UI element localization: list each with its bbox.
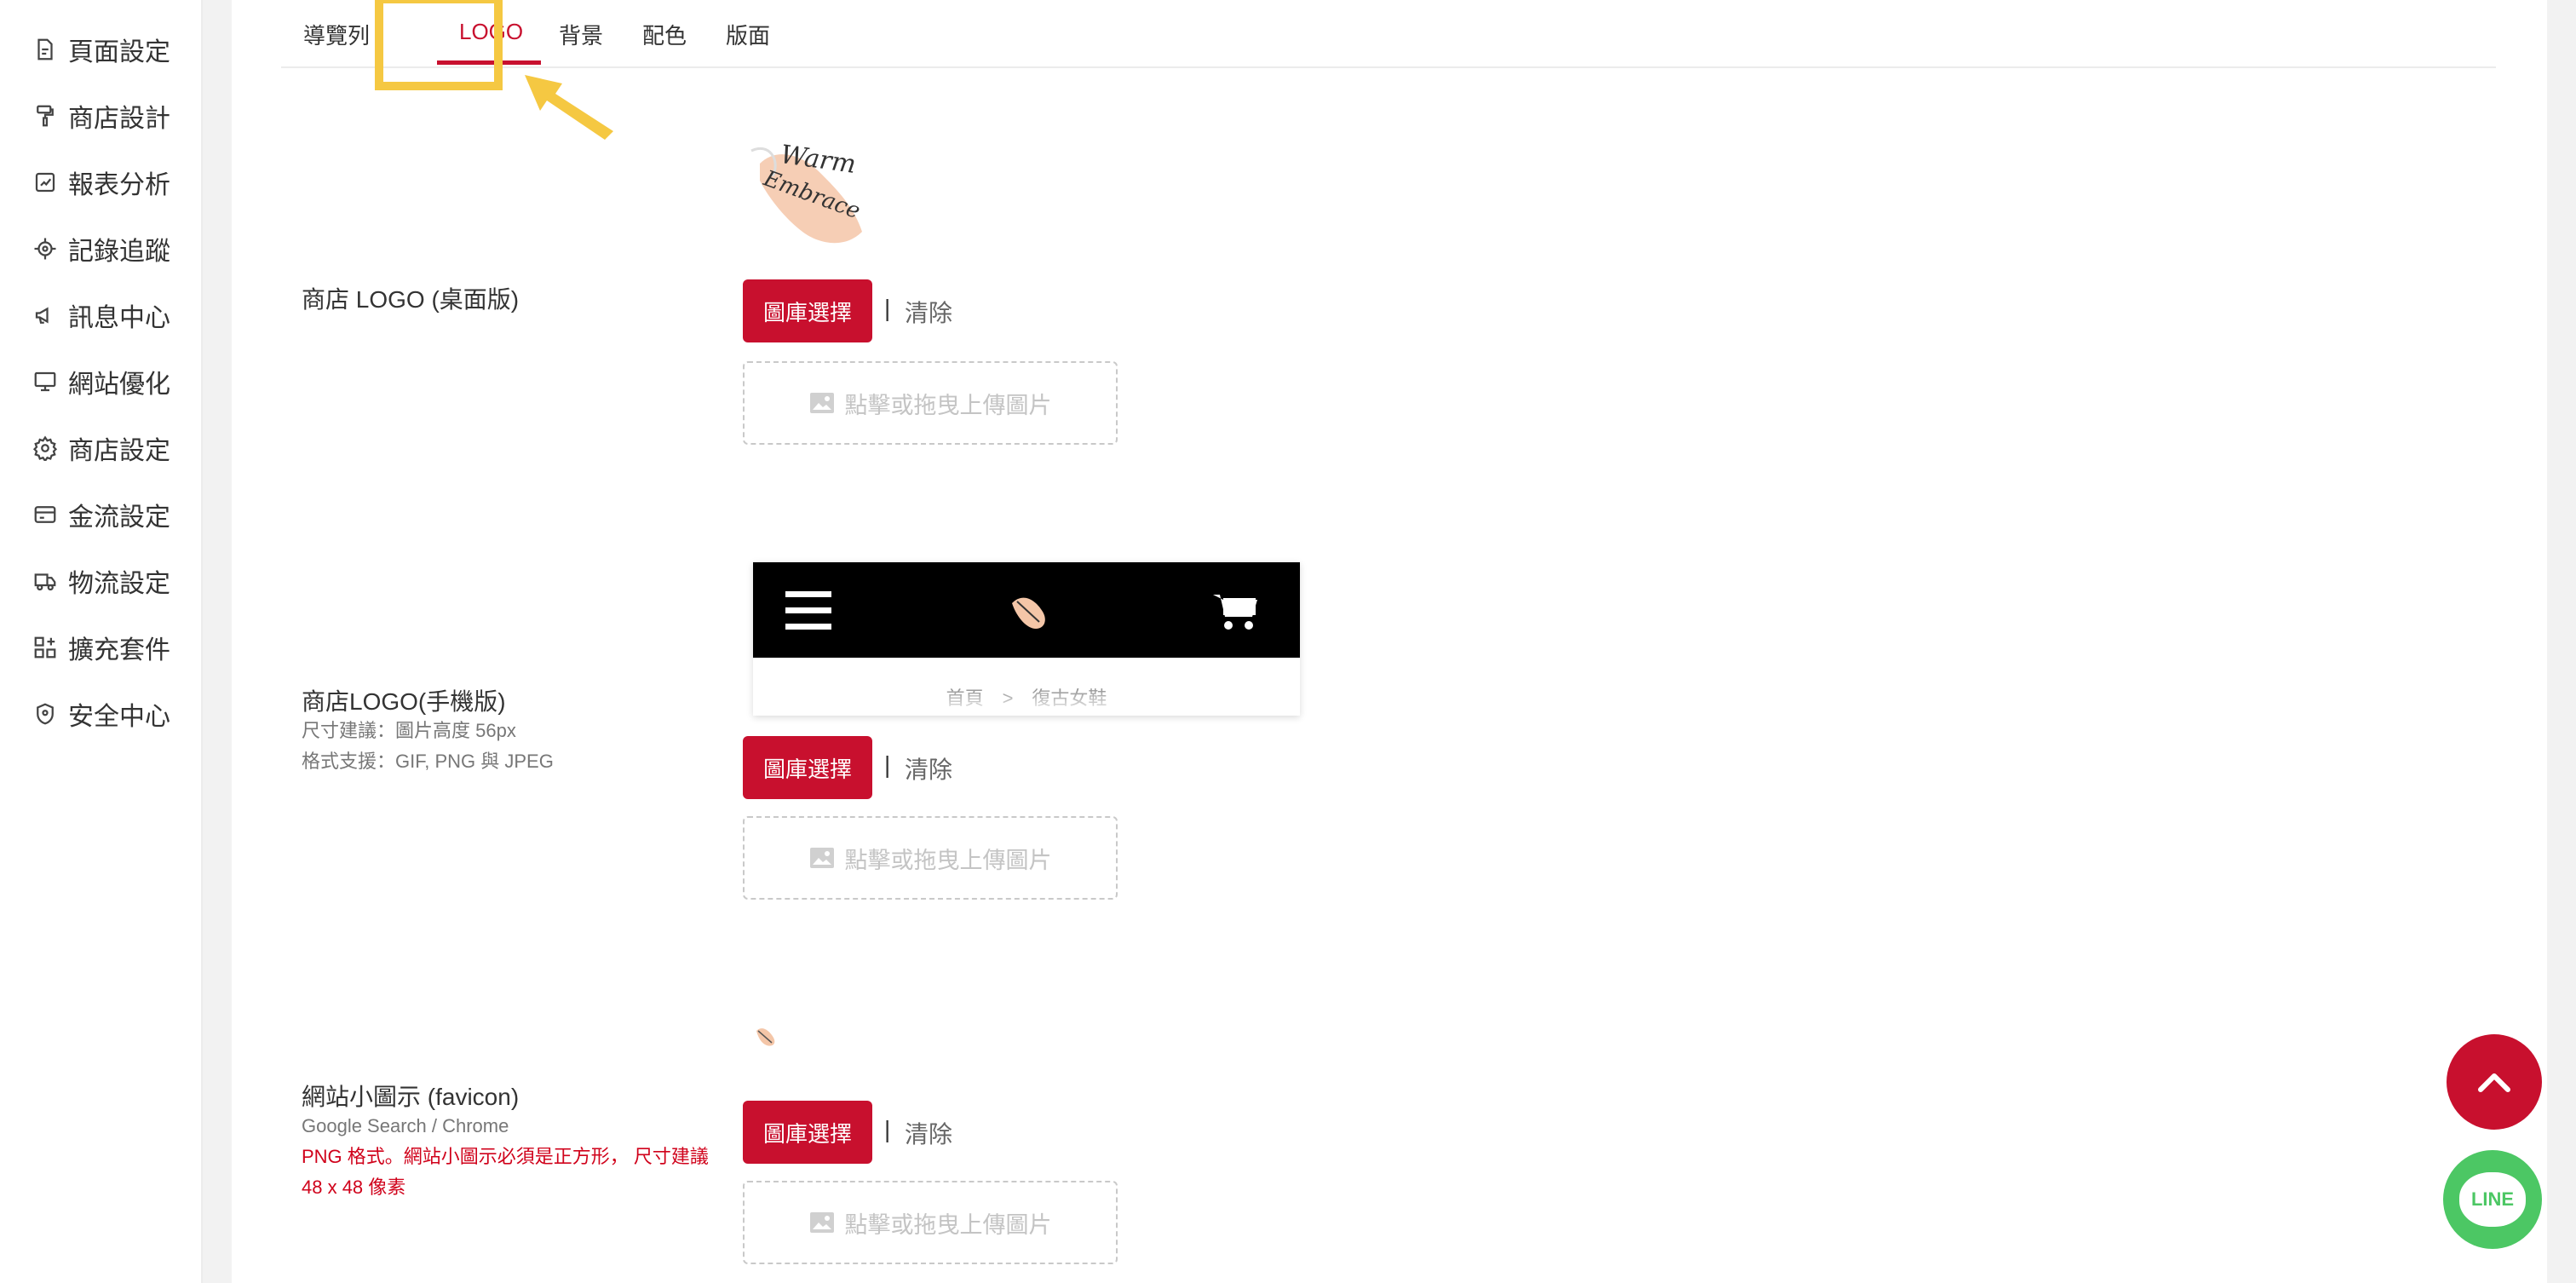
tab-layout[interactable]: 版面 [726, 19, 770, 50]
mobile-clear-link[interactable]: 清除 [905, 751, 952, 785]
sidebar-item-label: 訊息中心 [68, 304, 170, 332]
grid-plus-icon [32, 635, 58, 660]
page-icon [32, 37, 58, 62]
tab-navbar[interactable]: 導覽列 [303, 19, 370, 50]
sidebar-item-label: 金流設定 [68, 503, 170, 532]
dropzone-text: 點擊或拖曳上傳圖片 [844, 847, 1052, 873]
main-panel: 導覽列 LOGO 背景 配色 版面 Warm Embrace 商店 LOGO (… [232, 0, 2547, 1283]
hamburger-icon [785, 591, 831, 630]
favicon-hint: Google Search / Chrome [302, 1115, 509, 1136]
pointer-arrow-icon [525, 75, 613, 140]
mobile-logo-preview: 首頁 > 復古女鞋 [753, 562, 1300, 716]
separator: | [884, 751, 891, 778]
sidebar-item-logistics[interactable]: 物流設定 [32, 561, 170, 601]
favicon-label: 網站小圖示 (favicon) [302, 1084, 520, 1110]
favicon-gallery-button[interactable]: 圖庫選擇 [743, 1101, 872, 1164]
shield-icon [32, 701, 58, 727]
favicon-upload-dropzone[interactable]: 點擊或拖曳上傳圖片 [743, 1181, 1118, 1264]
sidebar-item-store-settings[interactable]: 商店設定 [32, 428, 170, 469]
mobile-logo-thumbnail [1012, 597, 1045, 629]
card-icon [32, 502, 58, 527]
brush-icon [32, 103, 58, 129]
desktop-logo-label: 商店 LOGO (桌面版) [302, 286, 520, 313]
sidebar-item-messages[interactable]: 訊息中心 [32, 295, 170, 336]
tab-background[interactable]: 背景 [559, 19, 603, 50]
chart-icon [32, 170, 58, 195]
sidebar-item-page-settings[interactable]: 頁面設定 [32, 29, 170, 70]
sidebar-item-payment[interactable]: 金流設定 [32, 494, 170, 535]
sidebar-item-label: 擴充套件 [68, 636, 170, 665]
gear-icon [32, 435, 58, 461]
sidebar-item-label: 物流設定 [68, 570, 170, 598]
preview-fade [753, 690, 1300, 716]
favicon-warning: PNG 格式。網站小圖示必須是正方形， 尺寸建議 48 x 48 像素 [302, 1146, 709, 1198]
sidebar: 頁面設定 商店設計 報表分析 記錄追蹤 訊息中心 網站優化 商店設定 金流設定 … [0, 0, 203, 1283]
desktop-logo-preview: Warm Embrace [743, 129, 879, 257]
desktop-clear-link[interactable]: 清除 [905, 295, 952, 329]
desktop-gallery-button[interactable]: 圖庫選擇 [743, 279, 872, 342]
truck-icon [32, 568, 58, 594]
mobile-logo-label: 商店LOGO(手機版) [302, 688, 506, 715]
sidebar-item-security[interactable]: 安全中心 [32, 693, 170, 734]
mobile-format-hint: 格式支援：GIF, PNG 與 JPEG [302, 751, 554, 772]
sidebar-item-label: 商店設定 [68, 437, 170, 465]
line-label: LINE [2470, 1188, 2515, 1210]
left-gutter [203, 0, 232, 1283]
mobile-gallery-button[interactable]: 圖庫選擇 [743, 736, 872, 799]
desktop-upload-dropzone[interactable]: 點擊或拖曳上傳圖片 [743, 361, 1118, 445]
right-gutter [2547, 0, 2576, 1283]
favicon-preview [756, 1028, 775, 1046]
sidebar-item-label: 商店設計 [68, 105, 170, 133]
highlight-box [375, 0, 503, 90]
dropzone-text: 點擊或拖曳上傳圖片 [844, 1211, 1052, 1238]
separator: | [884, 1116, 891, 1142]
sidebar-item-label: 網站優化 [68, 371, 170, 399]
sidebar-item-extensions[interactable]: 擴充套件 [32, 627, 170, 668]
cart-icon [1213, 595, 1257, 630]
sidebar-item-tracking[interactable]: 記錄追蹤 [32, 228, 170, 269]
scroll-top-button[interactable] [2447, 1034, 2542, 1130]
sidebar-item-seo[interactable]: 網站優化 [32, 361, 170, 402]
target-icon [32, 236, 58, 262]
monitor-icon [32, 369, 58, 394]
image-icon [809, 1212, 834, 1233]
separator: | [884, 295, 891, 321]
tab-bar: 導覽列 LOGO 背景 配色 版面 [281, 0, 2496, 68]
dropzone-text: 點擊或拖曳上傳圖片 [844, 392, 1052, 418]
sidebar-item-store-design[interactable]: 商店設計 [32, 95, 170, 136]
tab-colors[interactable]: 配色 [642, 19, 687, 50]
sidebar-item-label: 報表分析 [68, 171, 170, 199]
mobile-size-hint: 尺寸建議：圖片高度 56px [302, 720, 516, 741]
line-chat-button[interactable]: LINE [2443, 1150, 2542, 1249]
sidebar-item-label: 頁面設定 [68, 38, 170, 66]
sidebar-item-label: 安全中心 [68, 703, 170, 731]
chevron-up-icon [2478, 1073, 2510, 1092]
sidebar-item-reports[interactable]: 報表分析 [32, 162, 170, 203]
megaphone-icon [32, 302, 58, 328]
line-icon: LINE [2459, 1172, 2526, 1227]
sidebar-item-label: 記錄追蹤 [68, 238, 170, 266]
favicon-clear-link[interactable]: 清除 [905, 1116, 952, 1150]
image-icon [809, 393, 834, 413]
mobile-upload-dropzone[interactable]: 點擊或拖曳上傳圖片 [743, 816, 1118, 900]
image-icon [809, 848, 834, 868]
